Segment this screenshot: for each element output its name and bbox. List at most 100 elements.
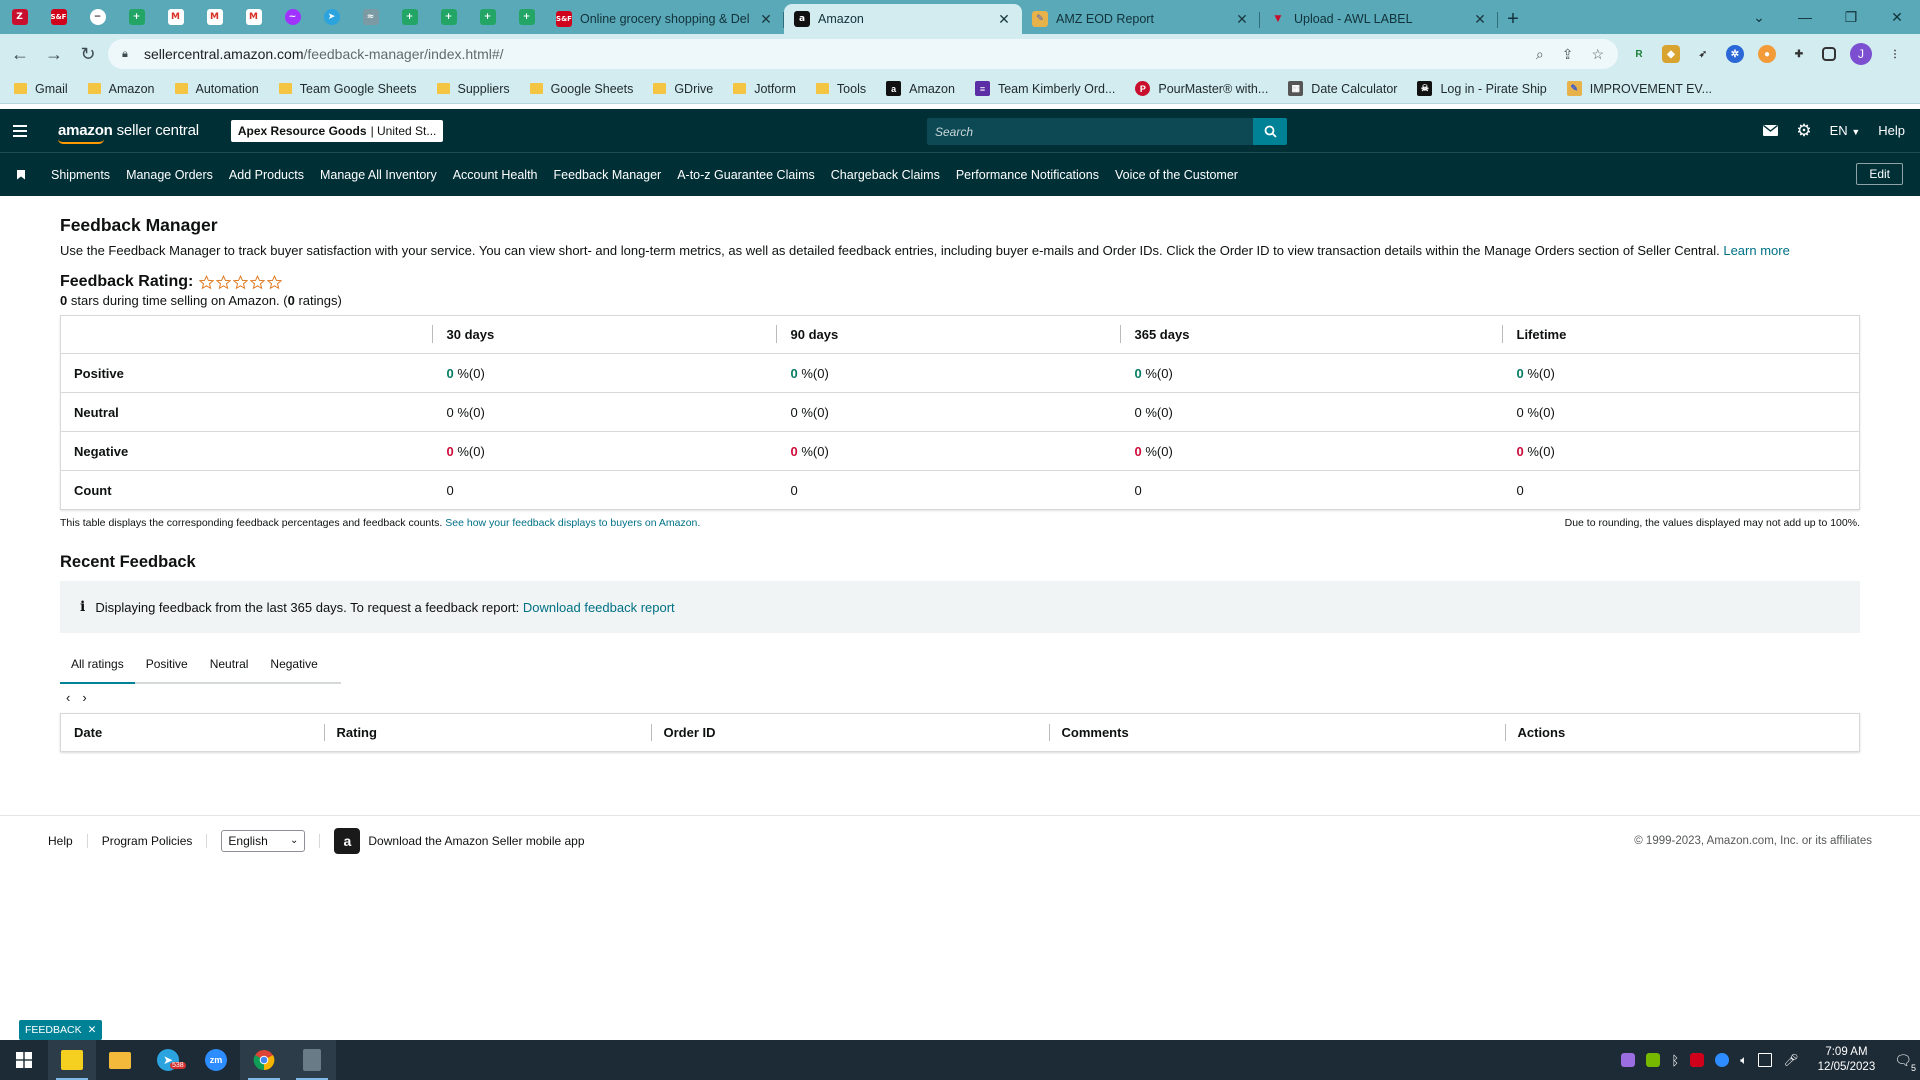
taskbar-chrome[interactable] <box>240 1040 288 1080</box>
tab-all-ratings[interactable]: All ratings <box>60 646 135 684</box>
extension-circle-icon[interactable]: ✲ <box>1726 45 1744 63</box>
tab-amazon[interactable]: a Amazon ✕ <box>784 4 1022 34</box>
pinned-tab-sheets-3[interactable]: + <box>429 0 468 34</box>
extension-fox-icon[interactable]: ◆ <box>1662 45 1680 63</box>
new-tab-button[interactable]: + <box>1498 4 1528 34</box>
footer-language-select[interactable]: English ⌄ <box>221 829 306 852</box>
tray-zoom-icon[interactable] <box>1715 1053 1730 1067</box>
tab-upload-label[interactable]: ▼ Upload - AWL LABEL ✕ <box>1260 4 1498 34</box>
tab-negative[interactable]: Negative <box>259 646 328 682</box>
store-selector[interactable]: Apex Resource Goods | United St... <box>230 119 444 142</box>
tab-grocery[interactable]: S&F Online grocery shopping & Deli ✕ <box>546 4 784 34</box>
nvidia-icon[interactable] <box>1646 1053 1661 1067</box>
bookmark-folder-automation[interactable]: Automation <box>174 82 259 96</box>
edit-nav-button[interactable]: Edit <box>1856 163 1903 185</box>
start-button[interactable] <box>0 1040 48 1080</box>
nav-add-products[interactable]: Add Products <box>229 168 304 182</box>
pinned-tab-messenger[interactable]: ~ <box>273 0 312 34</box>
tab-neutral[interactable]: Neutral <box>199 646 260 682</box>
bookmark-team-kimberly[interactable]: ≡ Team Kimberly Ord... <box>974 81 1115 96</box>
bluetooth-icon[interactable]: ᛒ <box>1671 1053 1679 1068</box>
tab-search-icon[interactable]: ⌄ <box>1736 9 1782 26</box>
pinned-tab-wave[interactable]: ≈ <box>351 0 390 34</box>
bookmark-folder-amazon[interactable]: Amazon <box>87 82 155 96</box>
language-selector[interactable]: EN ▼ <box>1830 123 1861 138</box>
bookmark-pourmaster[interactable]: P PourMaster® with... <box>1135 81 1268 96</box>
nav-account-health[interactable]: Account Health <box>453 168 538 182</box>
pinned-tab-gmail-1[interactable]: M <box>156 0 195 34</box>
close-icon[interactable]: ✕ <box>758 11 774 28</box>
nav-a-to-z-claims[interactable]: A-to-z Guarantee Claims <box>677 168 815 182</box>
pinned-tab-snf[interactable]: S&F <box>39 0 78 34</box>
share-icon[interactable]: ⇪ <box>1562 46 1574 63</box>
system-clock[interactable]: 7:09 AM 12/05/2023 <box>1818 1045 1876 1075</box>
hamburger-menu-icon[interactable] <box>0 124 40 137</box>
bookmark-amazon[interactable]: a Amazon <box>886 81 955 96</box>
extension-arrow-icon[interactable]: ➶ <box>1694 45 1712 63</box>
taskbar-sticky-notes[interactable] <box>48 1040 96 1080</box>
pinned-tab-sheets-2[interactable]: + <box>390 0 429 34</box>
tab-eod-report[interactable]: ✎ AMZ EOD Report ✕ <box>1022 4 1260 34</box>
feedback-button[interactable]: FEEDBACK ✕ <box>19 1020 103 1040</box>
address-bar[interactable]: 🔒︎ sellercentral.amazon.com/feedback-man… <box>108 39 1618 69</box>
help-link[interactable]: Help <box>1878 123 1905 138</box>
nav-manage-orders[interactable]: Manage Orders <box>126 168 213 182</box>
menu-kebab-icon[interactable]: ⋮ <box>1886 45 1904 63</box>
speaker-icon[interactable]: 🔈︎ <box>1740 1053 1747 1068</box>
chevron-right-icon[interactable]: › <box>82 690 86 705</box>
mobile-app-link[interactable]: Download the Amazon Seller mobile app <box>368 834 584 848</box>
close-window-icon[interactable]: ✕ <box>1874 9 1920 26</box>
bookmark-folder-team-sheets[interactable]: Team Google Sheets <box>278 82 417 96</box>
star-icon[interactable]: ☆ <box>1591 46 1604 63</box>
search-button[interactable] <box>1253 118 1287 145</box>
footer-policies-link[interactable]: Program Policies <box>102 834 193 848</box>
nav-voice-of-customer[interactable]: Voice of the Customer <box>1115 168 1238 182</box>
pinned-tab-gmail-3[interactable]: M <box>234 0 273 34</box>
lock-icon[interactable]: 🔒︎ <box>122 48 134 60</box>
bookmark-folder-gdrive[interactable]: GDrive <box>653 82 713 96</box>
taskbar-file-explorer[interactable] <box>96 1040 144 1080</box>
extension-rs-icon[interactable]: R <box>1630 45 1648 63</box>
bookmark-folder-gmail[interactable]: Gmail <box>14 82 68 96</box>
pinned-tab-minus[interactable]: − <box>78 0 117 34</box>
bookmark-folder-tools[interactable]: Tools <box>815 82 866 96</box>
taskbar-zoom[interactable]: zm <box>192 1040 240 1080</box>
pinned-tab-sheets-5[interactable]: + <box>507 0 546 34</box>
download-report-link[interactable]: Download feedback report <box>523 600 675 615</box>
pinned-tab-sheets-1[interactable]: + <box>117 0 156 34</box>
restore-icon[interactable]: ❐ <box>1828 9 1874 26</box>
buyer-display-link[interactable]: See how your feedback displays to buyers… <box>445 517 700 529</box>
pinned-tab-zotero[interactable]: Z <box>0 0 39 34</box>
taskbar-telegram[interactable]: ➤ 538 <box>144 1040 192 1080</box>
tray-red-icon[interactable] <box>1690 1053 1705 1067</box>
bookmark-folder-suppliers[interactable]: Suppliers <box>436 82 510 96</box>
pinned-tab-telegram[interactable]: ➤ <box>312 0 351 34</box>
chevron-left-icon[interactable]: ‹ <box>66 690 70 705</box>
nav-shipments[interactable]: Shipments <box>51 168 110 182</box>
close-icon[interactable]: ✕ <box>996 11 1012 28</box>
pinned-tab-sheets-4[interactable]: + <box>468 0 507 34</box>
notifications-icon[interactable]: 🗨︎ 5 <box>1894 1052 1916 1073</box>
mail-icon[interactable] <box>1763 125 1779 136</box>
network-icon[interactable] <box>1758 1053 1773 1067</box>
bookmark-pirate-ship[interactable]: ☠ Log in - Pirate Ship <box>1417 81 1547 96</box>
close-icon[interactable]: ✕ <box>88 1024 97 1036</box>
extensions-puzzle-icon[interactable]: ✚ <box>1790 45 1808 63</box>
nav-performance-notifications[interactable]: Performance Notifications <box>956 168 1099 182</box>
microphone-icon[interactable]: 🎤︎ <box>1783 1053 1798 1067</box>
bookmark-improvement[interactable]: ✎ IMPROVEMENT EV... <box>1566 81 1712 96</box>
close-icon[interactable]: ✕ <box>1472 11 1488 28</box>
bookmark-folder-jotform[interactable]: Jotform <box>733 82 796 96</box>
reload-icon[interactable]: ↻ <box>74 40 102 68</box>
nav-chargeback-claims[interactable]: Chargeback Claims <box>831 168 940 182</box>
bookmark-date-calculator[interactable]: ▦ Date Calculator <box>1288 81 1397 96</box>
minimize-icon[interactable]: — <box>1782 9 1828 25</box>
back-icon[interactable]: ← <box>6 40 34 68</box>
nav-manage-inventory[interactable]: Manage All Inventory <box>320 168 437 182</box>
bookmark-folder-google-sheets[interactable]: Google Sheets <box>529 82 633 96</box>
footer-help-link[interactable]: Help <box>48 834 73 848</box>
extension-orange-icon[interactable]: ● <box>1758 45 1776 63</box>
tray-pen-icon[interactable] <box>1621 1053 1636 1067</box>
search-input[interactable] <box>927 124 1253 139</box>
close-icon[interactable]: ✕ <box>1234 11 1250 28</box>
